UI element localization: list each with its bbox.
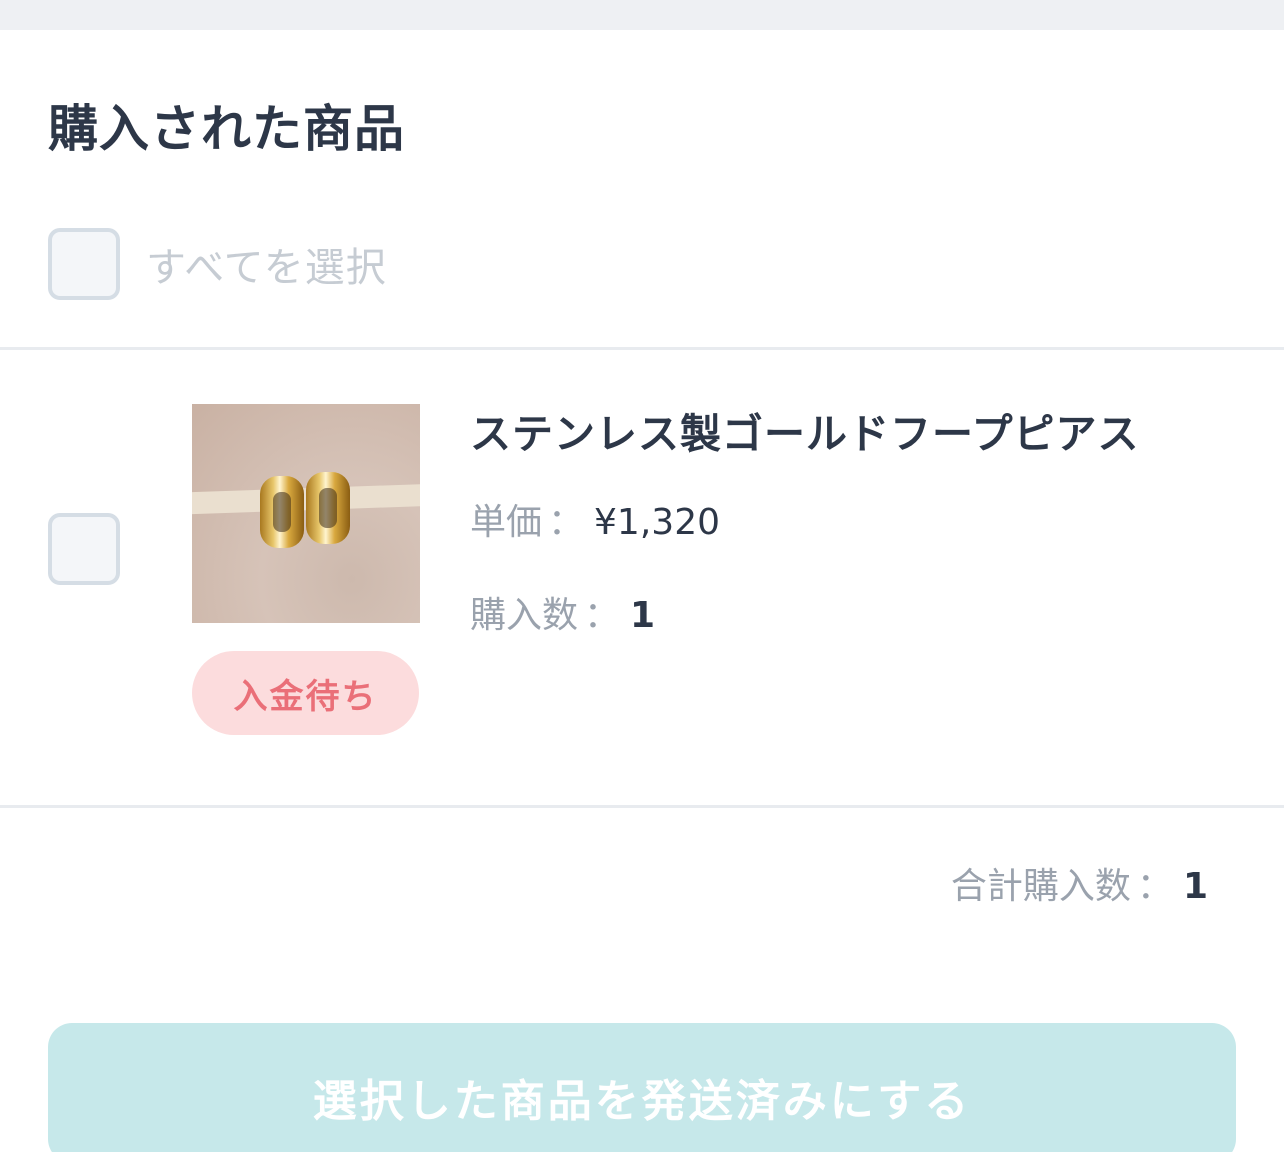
status-badge: 入金待ち [192,651,419,735]
product-thumbnail[interactable] [192,404,420,623]
item-row [48,513,120,585]
unit-price-label: 単価 [470,502,543,543]
unit-price-row: 単価 ： ¥1,320 [470,498,720,548]
select-all-label: すべてを選択 [146,245,387,291]
total-quantity-label: 合計購入数 [950,866,1131,907]
item-checkbox[interactable] [48,513,120,585]
section-title: 購入された商品 [48,100,405,158]
select-all-checkbox[interactable] [48,228,120,300]
unit-price-value: ¥1,320 [594,502,720,543]
quantity-value: 1 [630,595,656,636]
earring-left [260,476,304,548]
total-quantity: 合計購入数 ： 1 [951,862,1208,912]
divider-top [0,347,1284,350]
top-strip [0,0,1284,30]
quantity-separator: ： [584,595,621,636]
product-name[interactable]: ステンレス製ゴールドフープピアス [470,408,1140,460]
earring-right [306,472,350,544]
divider-bottom [0,805,1284,808]
select-all-row[interactable]: すべてを選択 [48,228,387,300]
quantity-row: 購入数 ： 1 [470,591,655,641]
total-quantity-separator: ： [1136,866,1173,907]
total-quantity-value: 1 [1182,866,1208,907]
quantity-label: 購入数 [470,595,579,636]
mark-shipped-button[interactable]: 選択した商品を発送済みにする [48,1023,1236,1152]
unit-price-separator: ： [548,502,585,543]
